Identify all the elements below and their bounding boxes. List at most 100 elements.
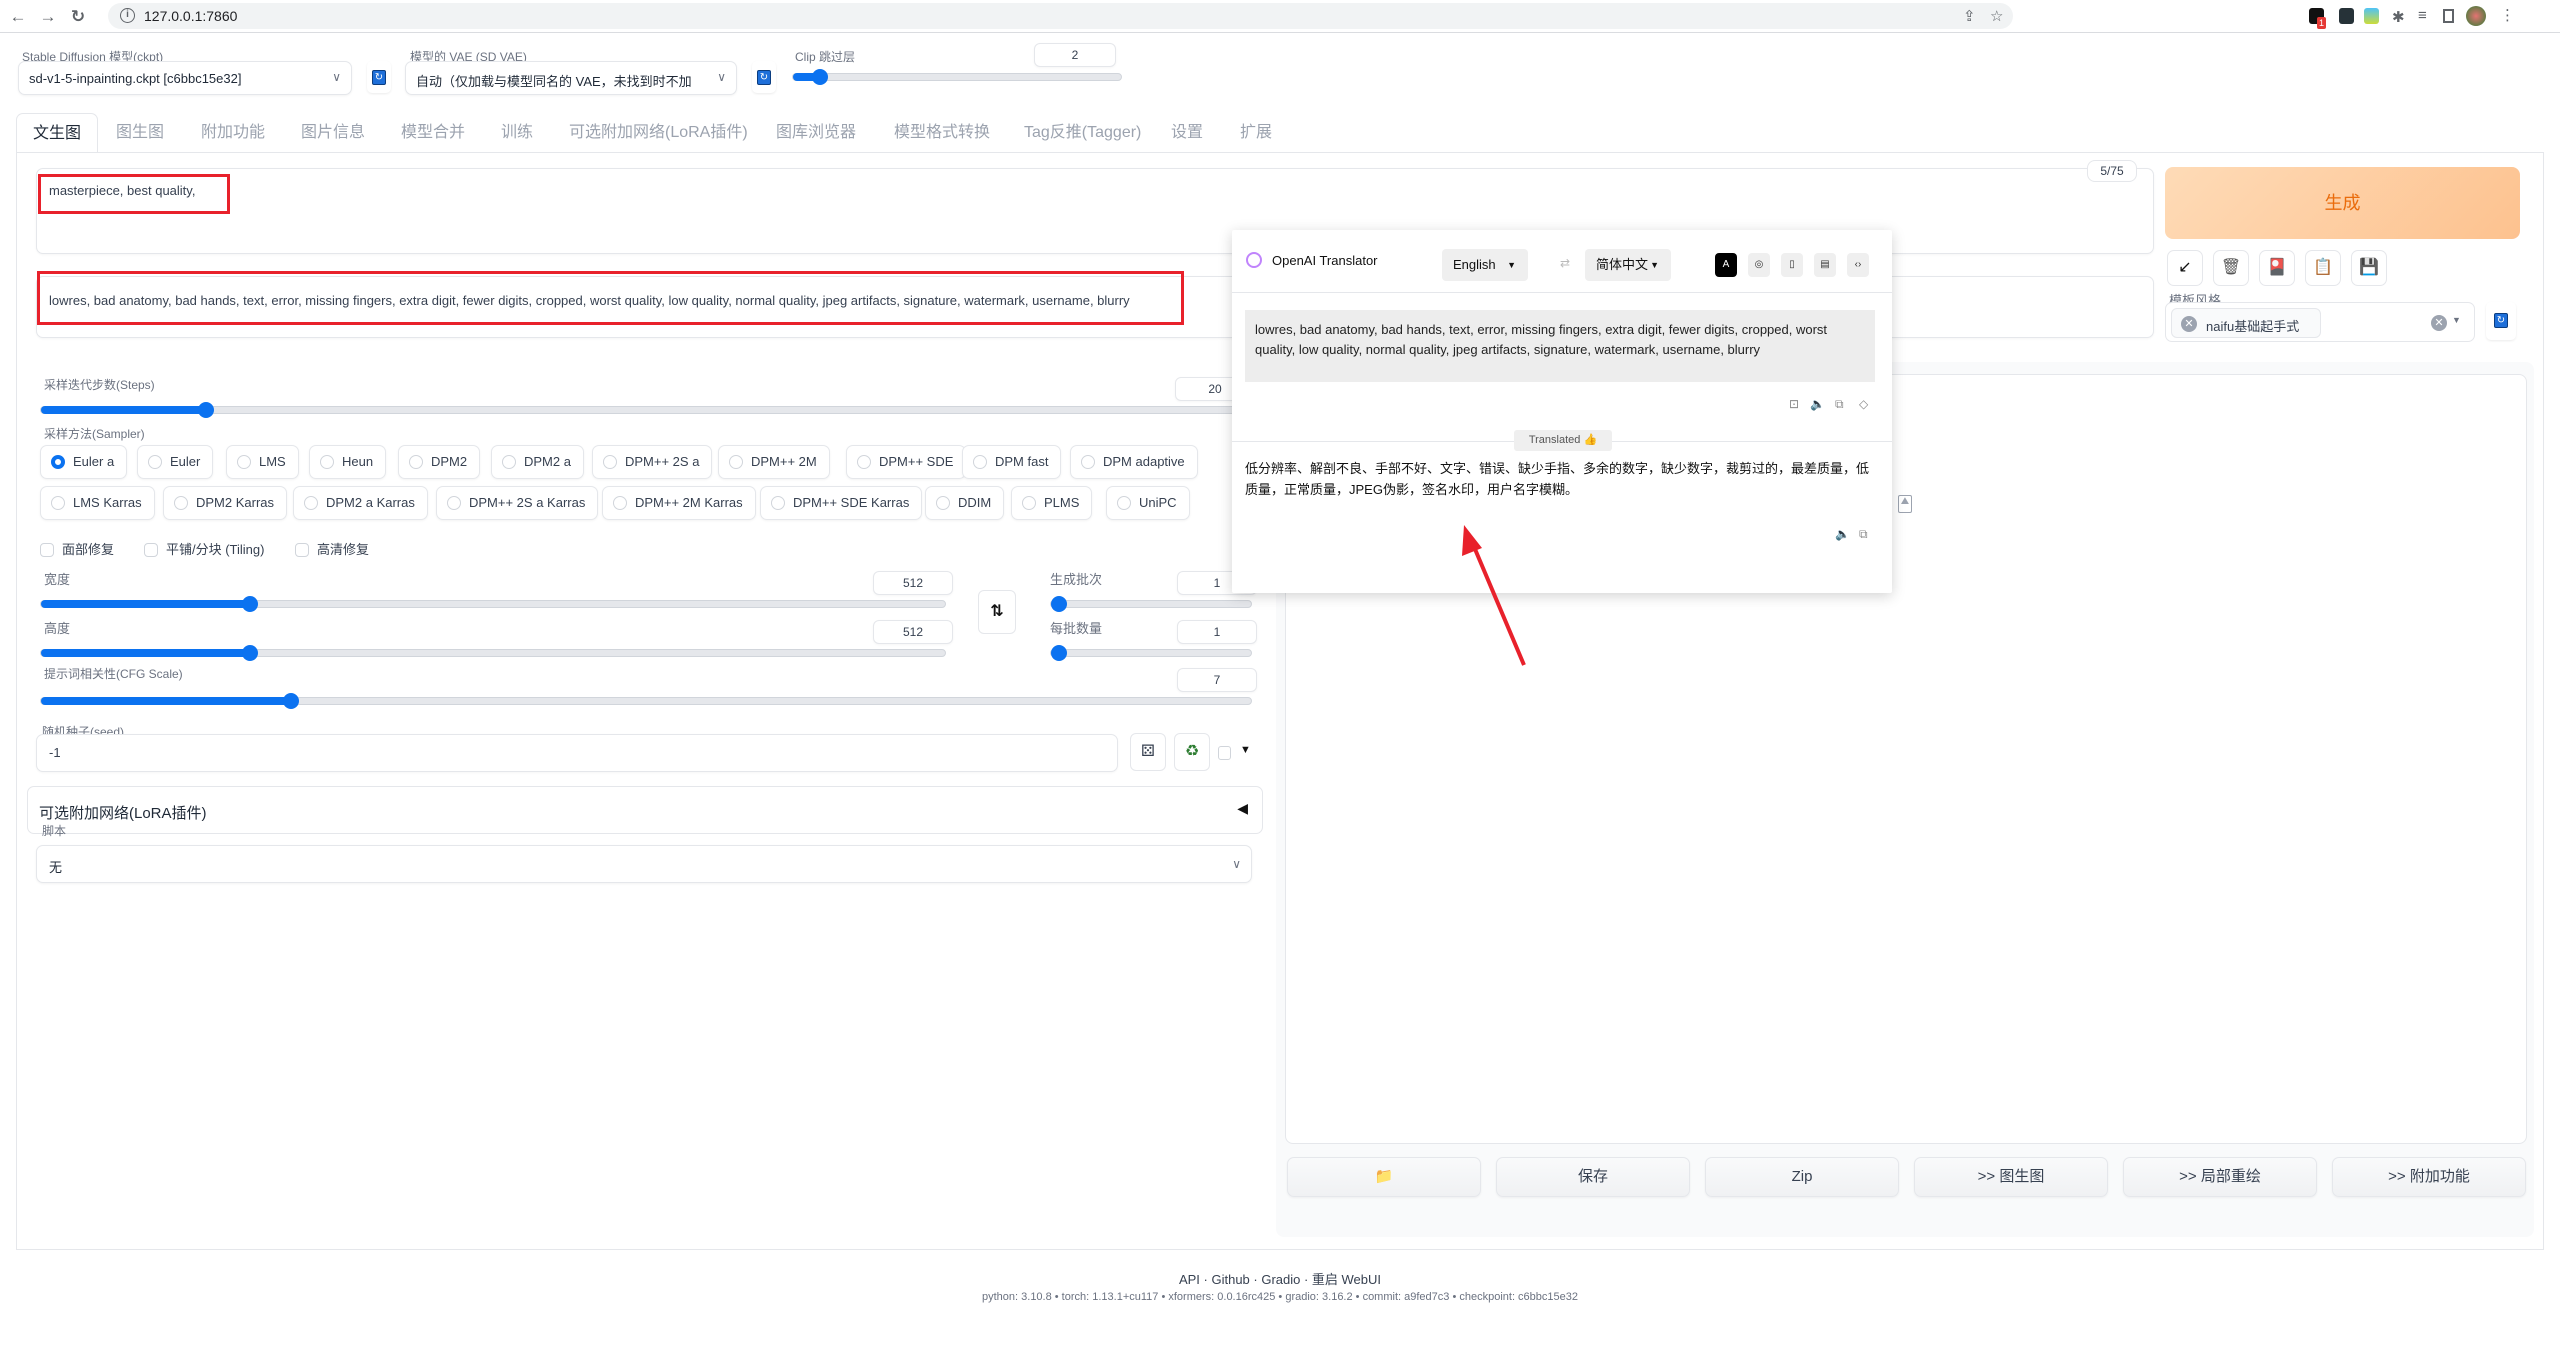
reuse-seed-button[interactable]: ♻ (1174, 733, 1210, 771)
menu-kebab-icon[interactable]: ⋮ (2500, 6, 2515, 24)
tab-0[interactable]: 文生图 (16, 113, 99, 153)
clip-skip-input[interactable]: 2 (1034, 43, 1116, 67)
sampler-option[interactable]: DPM adaptive (1070, 445, 1198, 479)
speak-source-icon[interactable]: 🔈 (1810, 397, 1825, 411)
send-to-inpaint-button[interactable]: >> 局部重绘 (2123, 1157, 2317, 1197)
source-language-select[interactable]: English ▼ (1442, 249, 1528, 281)
save-button[interactable]: 保存 (1496, 1157, 1690, 1197)
slider-thumb[interactable] (241, 645, 258, 661)
tab-3[interactable]: 图片信息 (301, 113, 365, 153)
tab-9[interactable]: Tag反推(Tagger) (1024, 113, 1141, 153)
slider-thumb[interactable] (1051, 596, 1067, 612)
tab-10[interactable]: 设置 (1171, 113, 1203, 153)
copy-source-icon[interactable]: ⧉ (1835, 397, 1844, 412)
remove-chip-icon[interactable]: ✕ (2181, 316, 2197, 332)
download-extension-icon[interactable] (2364, 8, 2379, 24)
width-input[interactable]: 512 (873, 571, 953, 595)
profile-avatar[interactable] (2466, 6, 2486, 26)
address-bar[interactable]: i 127.0.0.1:7860 ⇪ ☆ (108, 3, 2013, 29)
cfg-input[interactable]: 7 (1177, 668, 1257, 692)
sampler-option[interactable]: LMS Karras (40, 486, 155, 520)
sampler-option[interactable]: DPM2 a Karras (293, 486, 428, 520)
sampler-option[interactable]: DPM2 a (491, 445, 584, 479)
save-style-button[interactable]: 💾 (2351, 250, 2387, 286)
theme-palette-icon[interactable]: ◎ (1748, 253, 1770, 277)
send-to-img2img-button[interactable]: >> 图生图 (1914, 1157, 2108, 1197)
trash-button[interactable]: 🗑 (2213, 250, 2249, 286)
reload-icon[interactable]: ↻ (68, 7, 88, 27)
footer-links[interactable]: API · Github · Gradio · 重启 WebUI (0, 1269, 2560, 1288)
code-icon[interactable]: ‹› (1847, 253, 1869, 277)
tab-1[interactable]: 图生图 (116, 113, 164, 153)
forward-icon[interactable]: → (38, 7, 58, 27)
sampler-option[interactable]: DPM++ 2M (718, 445, 830, 479)
puzzle-extensions-icon[interactable]: ✱ (2392, 8, 2405, 26)
sampler-option[interactable]: DPM++ SDE Karras (760, 486, 923, 520)
sampler-option[interactable]: Euler (137, 445, 214, 479)
clear-eraser-icon[interactable]: ◇ (1859, 397, 1868, 411)
back-icon[interactable]: ← (8, 7, 28, 27)
style-multiselect[interactable]: ✕ naifu基础起手式 ✕ ▼ (2165, 302, 2475, 342)
expand-triangle-icon[interactable]: ▼ (1240, 744, 1251, 756)
batch-size-input[interactable]: 1 (1177, 620, 1257, 644)
tab-11[interactable]: 扩展 (1240, 113, 1272, 153)
extra-seed-checkbox[interactable] (1218, 746, 1231, 760)
batch-count-slider[interactable] (1050, 596, 1252, 612)
vae-select[interactable]: 自动（仅加载与模型同名的 VAE，未找到时不加 ∨ (405, 61, 737, 95)
sampler-option[interactable]: UniPC (1106, 486, 1190, 520)
show-extra-networks-button[interactable]: 🎴 (2259, 250, 2295, 286)
sampler-option[interactable]: DDIM (925, 486, 1005, 520)
cfg-slider[interactable] (40, 693, 1252, 709)
tab-6[interactable]: 可选附加网络(LoRA插件) (569, 113, 748, 153)
site-info-icon[interactable]: i (120, 8, 135, 23)
model-select[interactable]: sd-v1-5-inpainting.ckpt [c6bbc15e32] ∨ (18, 61, 352, 95)
refresh-vae-button[interactable]: ↻ (752, 61, 776, 93)
height-input[interactable]: 512 (873, 620, 953, 644)
sampler-option[interactable]: DPM++ SDE (846, 445, 967, 479)
swap-dimensions-button[interactable]: ⇅ (978, 590, 1016, 634)
sampler-option[interactable]: LMS (226, 445, 299, 479)
sampler-option[interactable]: DPM fast (962, 445, 1062, 479)
clip-skip-slider[interactable] (792, 69, 1122, 85)
tab-2[interactable]: 附加功能 (201, 113, 265, 153)
width-slider[interactable] (40, 596, 946, 612)
sampler-option[interactable]: Heun (309, 445, 387, 479)
seed-input[interactable]: -1 (36, 734, 1118, 772)
open-folder-button[interactable]: 📁 (1287, 1157, 1481, 1197)
height-slider[interactable] (40, 645, 946, 661)
slider-thumb[interactable] (1051, 645, 1067, 661)
sampler-option[interactable]: DPM2 (398, 445, 481, 479)
speak-translation-icon[interactable]: 🔈 (1835, 527, 1850, 541)
sampler-option[interactable]: DPM++ 2S a Karras (436, 486, 599, 520)
batch-size-slider[interactable] (1050, 645, 1252, 661)
document-icon[interactable]: ▯ (1781, 253, 1803, 277)
tab-7[interactable]: 图库浏览器 (776, 113, 856, 153)
sampler-option[interactable]: DPM2 Karras (163, 486, 288, 520)
tab-8[interactable]: 模型格式转换 (894, 113, 990, 153)
sampler-option[interactable]: DPM++ 2M Karras (602, 486, 756, 520)
slider-thumb[interactable] (197, 402, 214, 418)
tab-5[interactable]: 训练 (501, 113, 533, 153)
zip-button[interactable]: Zip (1705, 1157, 1899, 1197)
slider-thumb[interactable] (241, 596, 258, 612)
side-panel-icon[interactable] (2443, 9, 2454, 23)
refresh-styles-button[interactable]: ↻ (2486, 302, 2516, 340)
generate-button[interactable]: 生成 (2165, 167, 2520, 239)
target-language-select[interactable]: 简体中文 ▼ (1585, 249, 1671, 281)
refresh-model-button[interactable]: ↻ (367, 61, 391, 93)
slider-thumb[interactable] (812, 69, 829, 85)
vocabulary-icon[interactable]: ▤ (1814, 253, 1836, 277)
random-seed-button[interactable]: ⚄ (1130, 733, 1166, 771)
sampler-option[interactable]: DPM++ 2S a (592, 445, 713, 479)
translate-mode-icon[interactable]: A (1715, 253, 1737, 277)
clipboard-button[interactable]: 📋 (2305, 250, 2341, 286)
sampler-option[interactable]: PLMS (1011, 486, 1093, 520)
sampler-option[interactable]: Euler a (40, 445, 128, 479)
bookmark-star-icon[interactable]: ☆ (1990, 7, 2003, 25)
ocr-icon[interactable]: ⊡ (1789, 397, 1799, 411)
tab-4[interactable]: 模型合并 (401, 113, 465, 153)
clear-all-icon[interactable]: ✕ (2431, 315, 2447, 331)
option-checkbox[interactable]: 面部修复 (40, 542, 114, 558)
share-icon[interactable]: ⇪ (1963, 7, 1976, 25)
option-checkbox[interactable]: 高清修复 (295, 542, 369, 558)
